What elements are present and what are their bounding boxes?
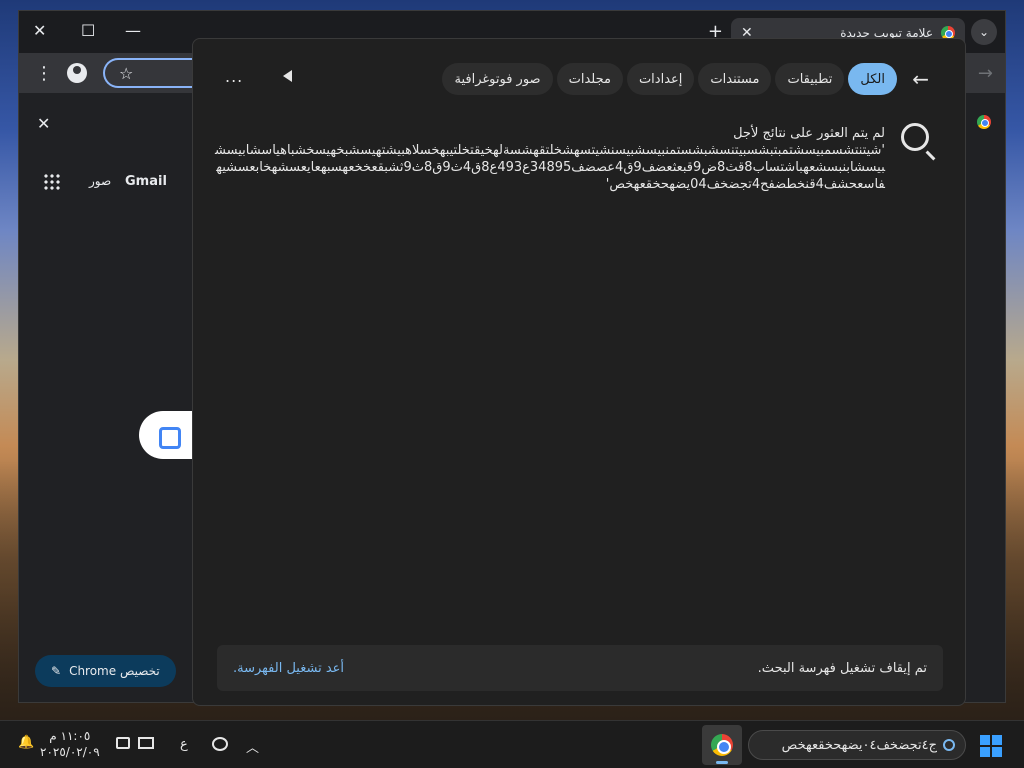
tab-settings[interactable]: إعدادات xyxy=(626,63,695,95)
language-indicator[interactable]: ع xyxy=(180,737,188,752)
no-results-message: لم يتم العثور على نتائج لأجل 'شيتنتشسمبي… xyxy=(215,125,885,193)
taskbar: ج٤تجضخف٠٤يضهحخقعهخص ︿ ع ١١:٠٥ م ٢٠٢٥/٠٢/… xyxy=(0,720,1024,768)
tab-folders[interactable]: مجلدات xyxy=(556,63,623,95)
start-button-icon[interactable] xyxy=(980,735,1002,757)
images-link[interactable]: صور xyxy=(89,174,111,188)
tab-search-button[interactable]: ⌄ xyxy=(971,19,997,45)
profile-avatar[interactable] xyxy=(67,63,87,83)
volume-icon[interactable] xyxy=(116,737,130,749)
chrome-logo-icon xyxy=(977,115,991,129)
search-icon xyxy=(943,739,955,751)
pencil-icon: ✎ xyxy=(51,664,62,678)
windows-search-panel: ← الكل تطبيقات مستندات إعدادات مجلدات صو… xyxy=(192,38,966,706)
restart-indexing-link[interactable]: أعد تشغيل الفهرسة. xyxy=(233,661,344,676)
window-minimize-button[interactable]: — xyxy=(125,21,141,40)
chrome-app-icon xyxy=(711,734,733,756)
scroll-tabs-arrow-icon[interactable] xyxy=(283,70,292,82)
network-icon[interactable] xyxy=(138,737,154,749)
window-maximize-button[interactable]: ☐ xyxy=(81,21,95,40)
customize-chrome-button[interactable]: تخصيص Chrome ✎ xyxy=(35,655,176,687)
taskbar-search-text: ج٤تجضخف٠٤يضهحخقعهخص xyxy=(781,737,937,753)
forward-button[interactable]: → xyxy=(978,63,993,84)
indexing-status-text: تم إيقاف تشغيل فهرسة البحث. xyxy=(757,660,927,676)
notification-bell-icon[interactable]: 🔔 xyxy=(18,735,34,750)
tab-photos[interactable]: صور فوتوغرافية xyxy=(442,63,553,95)
sync-icon[interactable] xyxy=(212,737,228,751)
search-filter-tabs: الكل تطبيقات مستندات إعدادات مجلدات صور … xyxy=(442,63,897,95)
customize-label: تخصيص Chrome xyxy=(69,664,160,678)
apps-grid-icon[interactable] xyxy=(43,173,61,191)
banner-close-icon[interactable]: ✕ xyxy=(37,114,50,133)
menu-icon[interactable]: ⋮ xyxy=(35,63,53,84)
tab-documents[interactable]: مستندات xyxy=(698,63,772,95)
google-lens-button[interactable] xyxy=(139,411,195,459)
running-indicator xyxy=(716,761,728,764)
no-results-heading: لم يتم العثور على نتائج لأجل xyxy=(733,126,885,141)
gmail-link[interactable]: Gmail xyxy=(125,174,167,189)
tab-all[interactable]: الكل xyxy=(848,63,897,95)
taskbar-search-box[interactable]: ج٤تجضخف٠٤يضهحخقعهخص xyxy=(748,730,966,760)
clock-date: ٢٠٢٥/٠٢/٠٩ xyxy=(40,745,100,759)
tab-apps[interactable]: تطبيقات xyxy=(775,63,845,95)
clock[interactable]: ١١:٠٥ م ٢٠٢٥/٠٢/٠٩ xyxy=(40,728,100,760)
bookmark-star-icon[interactable]: ☆ xyxy=(119,64,133,83)
indexing-status-bar: تم إيقاف تشغيل فهرسة البحث. أعد تشغيل ال… xyxy=(217,645,943,691)
show-hidden-icons-chevron-icon[interactable]: ︿ xyxy=(246,737,259,756)
back-arrow-icon[interactable]: ← xyxy=(912,67,929,91)
clock-time: ١١:٠٥ م xyxy=(49,729,91,743)
window-close-button[interactable]: ✕ xyxy=(33,21,46,40)
magnifier-icon xyxy=(901,123,929,151)
taskbar-chrome-app[interactable] xyxy=(702,725,742,765)
address-bar[interactable] xyxy=(103,58,203,88)
more-options-icon[interactable]: ... xyxy=(225,67,243,86)
search-query-echo: 'شيتنتشسمبيسشتمبتبشسبيتنسشبشستمنبيسشبيسن… xyxy=(215,143,885,192)
